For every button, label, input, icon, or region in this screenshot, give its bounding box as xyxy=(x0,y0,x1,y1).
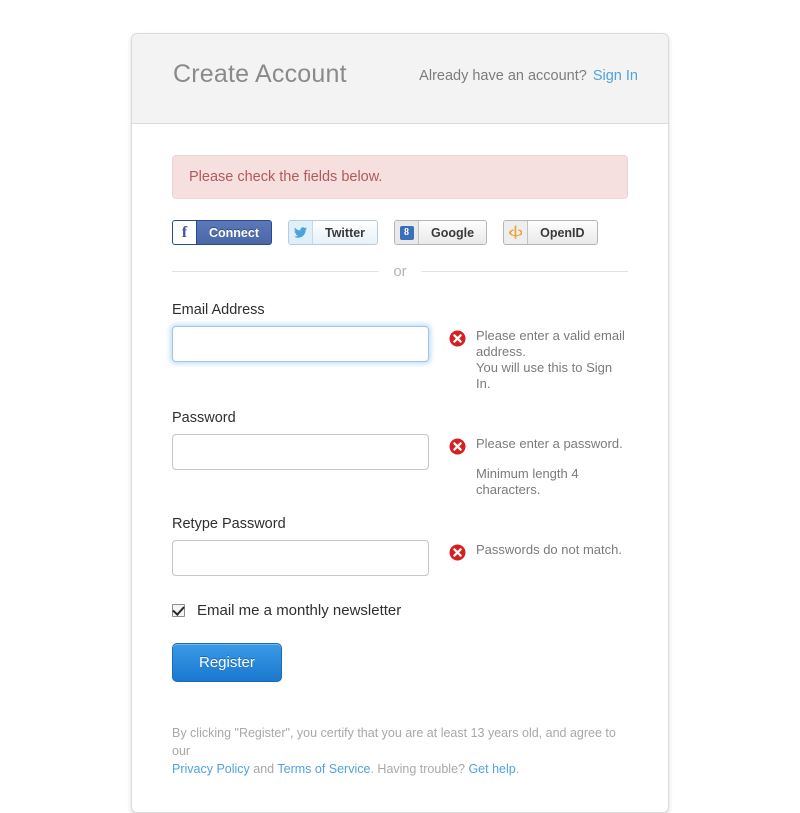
twitter-login-button[interactable]: Twitter xyxy=(288,220,379,245)
email-input[interactable] xyxy=(172,326,429,362)
card-header: Create Account Already have an account? S… xyxy=(132,34,668,124)
twitter-bird-icon xyxy=(289,221,313,244)
email-field-label: Email Address xyxy=(172,302,265,318)
or-divider: or xyxy=(172,263,628,280)
password-error-texts: Please enter a password. Minimum length … xyxy=(476,436,628,498)
google-badge-glyph: 8 xyxy=(399,225,414,240)
form-error-alert: Please check the fields below. xyxy=(172,155,628,199)
signup-card: Create Account Already have an account? S… xyxy=(131,33,669,813)
divider-line-left xyxy=(172,271,380,272)
social-login-row: f Connect Twitter 8 Google OpenID xyxy=(172,220,628,245)
password-error-group: Please enter a password. Minimum length … xyxy=(449,434,628,498)
password-error-message: Please enter a password. xyxy=(476,436,623,451)
get-help-link[interactable]: Get help xyxy=(468,762,515,776)
newsletter-checkbox-label: Email me a monthly newsletter xyxy=(197,602,402,619)
legal-trouble-text: . Having trouble? xyxy=(370,762,469,776)
sign-in-link[interactable]: Sign In xyxy=(593,68,638,84)
password-input[interactable] xyxy=(172,434,429,470)
email-error-group: Please enter a valid email address. You … xyxy=(449,326,628,392)
openid-login-button[interactable]: OpenID xyxy=(503,220,598,245)
retype-password-error-group: Passwords do not match. xyxy=(449,540,628,561)
facebook-connect-label: Connect xyxy=(197,221,271,244)
retype-password-field-label: Retype Password xyxy=(172,516,286,532)
email-field-row: Please enter a valid email address. You … xyxy=(172,326,628,392)
legal-line-1: By clicking "Register", you certify that… xyxy=(172,726,616,758)
retype-password-input[interactable] xyxy=(172,540,429,576)
newsletter-checkbox-row[interactable]: Email me a monthly newsletter xyxy=(172,602,628,619)
error-circle-x-icon xyxy=(449,438,466,455)
newsletter-checkbox[interactable] xyxy=(172,603,185,617)
legal-footer: By clicking "Register", you certify that… xyxy=(172,724,628,778)
retype-password-error-texts: Passwords do not match. xyxy=(476,542,622,558)
google-icon: 8 xyxy=(395,221,420,244)
openid-icon xyxy=(504,221,529,244)
divider-label: or xyxy=(393,263,407,280)
retype-password-field-row: Passwords do not match. xyxy=(172,540,628,576)
retype-password-error-message: Passwords do not match. xyxy=(476,542,622,557)
password-field-hint: Minimum length 4 characters. xyxy=(476,466,579,497)
privacy-policy-link[interactable]: Privacy Policy xyxy=(172,762,250,776)
terms-of-service-link[interactable]: Terms of Service xyxy=(277,762,370,776)
google-login-button[interactable]: 8 Google xyxy=(394,220,488,245)
openid-login-label: OpenID xyxy=(528,221,597,244)
password-field-block: Password Please enter a password. Minimu… xyxy=(172,410,628,498)
google-login-label: Google xyxy=(419,221,487,244)
error-circle-x-icon xyxy=(449,544,466,561)
password-field-row: Please enter a password. Minimum length … xyxy=(172,434,628,498)
email-error-texts: Please enter a valid email address. You … xyxy=(476,328,628,392)
legal-period: . xyxy=(515,762,520,776)
email-error-message: Please enter a valid email address. xyxy=(476,328,625,359)
divider-line-right xyxy=(420,271,628,272)
already-have-account-text: Already have an account? xyxy=(419,68,587,84)
email-field-hint: You will use this to Sign In. xyxy=(476,360,613,391)
legal-and-text: and xyxy=(249,762,278,776)
signin-prompt: Already have an account? Sign In xyxy=(419,68,638,84)
facebook-icon: f xyxy=(173,221,197,244)
twitter-login-label: Twitter xyxy=(313,221,378,244)
email-field-block: Email Address Please enter a valid email… xyxy=(172,302,628,392)
checkmark-icon xyxy=(172,603,185,616)
page-title: Create Account xyxy=(173,60,347,88)
facebook-connect-button[interactable]: f Connect xyxy=(172,220,272,245)
error-circle-x-icon xyxy=(449,330,466,347)
password-field-label: Password xyxy=(172,410,236,426)
card-body: Please check the fields below. f Connect… xyxy=(132,124,668,812)
register-button[interactable]: Register xyxy=(172,643,282,682)
retype-password-field-block: Retype Password Passwords do not match. xyxy=(172,516,628,576)
